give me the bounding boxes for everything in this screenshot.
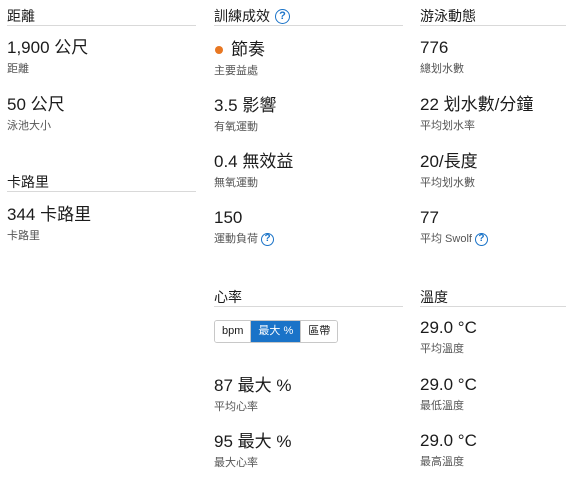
stroke-rate-value: 22 划水數/分鐘 — [420, 95, 534, 114]
max-temperature-label: 最高溫度 — [420, 456, 464, 468]
max-temperature-value: 29.0 °C — [420, 431, 477, 450]
calories-label: 卡路里 — [7, 230, 40, 242]
primary-benefit-label: 主要益處 — [214, 65, 258, 77]
total-strokes-label: 總划水數 — [420, 63, 464, 75]
stat-swolf: 77 平均 Swolf ? — [420, 208, 566, 246]
stat-min-temperature: 29.0 °C 最低溫度 — [420, 375, 566, 413]
pool-size-label: 泳池大小 — [7, 120, 51, 132]
help-icon[interactable]: ? — [474, 232, 488, 246]
training-load-value: 150 — [214, 208, 243, 227]
stat-aerobic: 3.5 影響 有氧運動 — [214, 96, 403, 134]
section-heading-training-effect: 訓練成效 ? — [214, 4, 403, 26]
max-heart-rate-label: 最大心率 — [214, 457, 258, 469]
stat-strokes-per-length: 20/長度 平均划水數 — [420, 152, 566, 190]
avg-temperature-value: 29.0 °C — [420, 318, 477, 337]
stat-anaerobic: 0.4 無效益 無氧運動 — [214, 152, 403, 190]
avg-heart-rate-value: 87 最大 % — [214, 376, 292, 395]
section-heading-calories: 卡路里 — [7, 170, 196, 192]
min-temperature-label: 最低溫度 — [420, 400, 464, 412]
distance-value: 1,900 公尺 — [7, 38, 89, 57]
temperature-heading: 溫度 — [420, 289, 448, 305]
anaerobic-label: 無氧運動 — [214, 177, 258, 189]
stroke-rate-label: 平均划水率 — [420, 120, 475, 132]
swolf-label: 平均 Swolf — [420, 233, 472, 245]
stat-max-temperature: 29.0 °C 最高溫度 — [420, 431, 566, 469]
anaerobic-value: 0.4 無效益 — [214, 152, 294, 171]
avg-temperature-label: 平均溫度 — [420, 343, 464, 355]
pool-size-value: 50 公尺 — [7, 95, 65, 114]
section-heading-heart-rate: 心率 — [214, 285, 403, 307]
stat-max-heart-rate: 95 最大 % 最大心率 — [214, 432, 403, 470]
total-strokes-value: 776 — [420, 38, 449, 57]
toggle-bpm[interactable]: bpm — [215, 321, 252, 342]
avg-heart-rate-label: 平均心率 — [214, 401, 258, 413]
toggle-zones[interactable]: 區帶 — [301, 321, 338, 342]
stat-avg-temperature: 29.0 °C 平均溫度 — [420, 318, 566, 356]
orange-dot-icon — [215, 46, 223, 54]
swolf-value: 77 — [420, 208, 439, 227]
calories-value: 344 卡路里 — [7, 205, 92, 224]
strokes-per-length-value: 20/長度 — [420, 152, 478, 171]
section-heading-distance: 距離 — [7, 4, 196, 26]
primary-benefit-value: 節奏 — [231, 40, 265, 59]
stat-pool-size: 50 公尺 泳池大小 — [7, 95, 196, 133]
heart-rate-heading: 心率 — [214, 289, 242, 305]
stat-primary-benefit: 節奏 主要益處 — [214, 40, 403, 78]
help-icon[interactable]: ? — [275, 8, 290, 24]
stat-avg-heart-rate: 87 最大 % 平均心率 — [214, 376, 403, 414]
stat-stroke-rate: 22 划水數/分鐘 平均划水率 — [420, 95, 566, 133]
training-heading: 訓練成效 — [214, 8, 270, 24]
max-heart-rate-value: 95 最大 % — [214, 432, 292, 451]
min-temperature-value: 29.0 °C — [420, 375, 477, 394]
section-heading-swim-dynamics: 游泳動態 — [420, 4, 566, 26]
stat-training-load: 150 運動負荷 ? — [214, 208, 403, 246]
distance-heading: 距離 — [7, 8, 35, 24]
stat-distance: 1,900 公尺 距離 — [7, 38, 196, 76]
distance-label: 距離 — [7, 63, 29, 75]
section-heading-temperature: 溫度 — [420, 285, 566, 307]
toggle-max-percent[interactable]: 最大 % — [251, 321, 302, 342]
stat-total-strokes: 776 總划水數 — [420, 38, 566, 76]
calories-heading: 卡路里 — [7, 174, 49, 190]
swim-heading: 游泳動態 — [420, 8, 476, 24]
help-icon[interactable]: ? — [261, 232, 274, 246]
training-load-label: 運動負荷 — [214, 233, 258, 245]
strokes-per-length-label: 平均划水數 — [420, 177, 475, 189]
aerobic-label: 有氧運動 — [214, 121, 258, 133]
aerobic-value: 3.5 影響 — [214, 96, 277, 115]
heart-rate-unit-toggle: bpm 最大 % 區帶 — [214, 320, 339, 343]
stat-calories: 344 卡路里 卡路里 — [7, 205, 196, 243]
